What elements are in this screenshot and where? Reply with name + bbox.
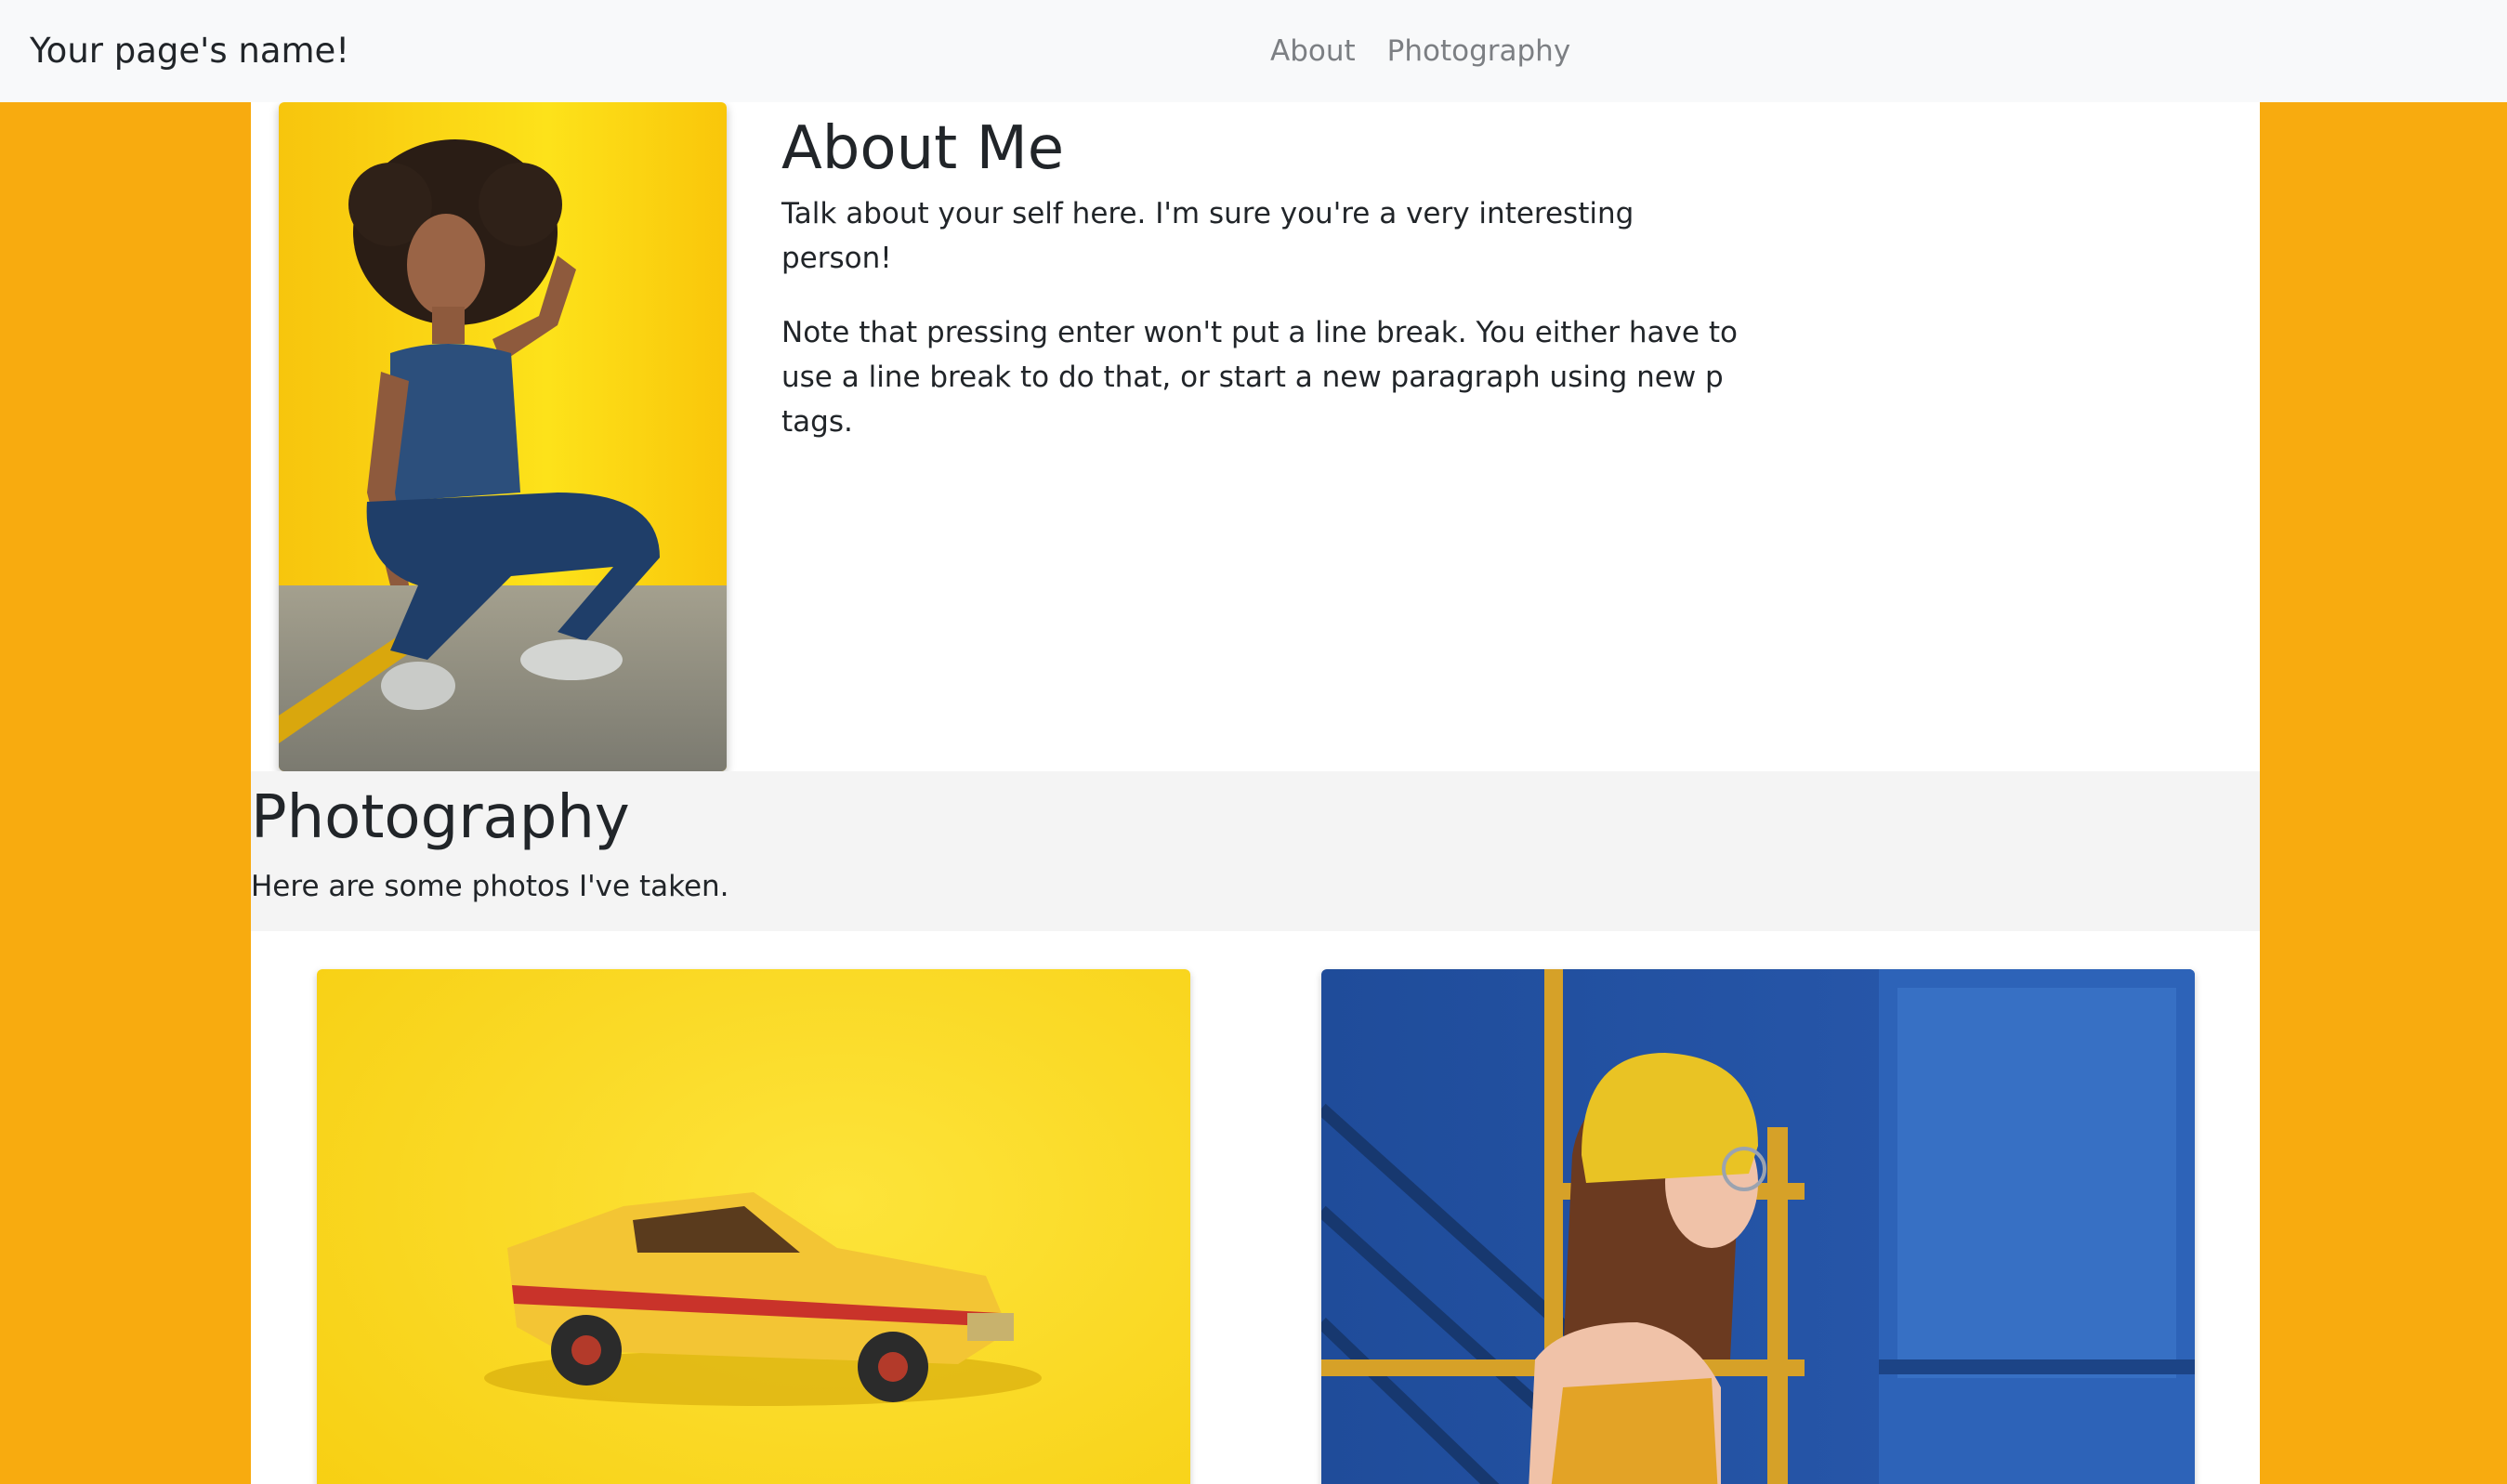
about-title: About Me [781, 114, 1065, 183]
nav-link-about[interactable]: About [1270, 26, 1356, 76]
about-text: Talk about your self here. I'm sure you'… [781, 191, 1739, 474]
photography-title: Photography [251, 783, 630, 852]
photography-subtitle: Here are some photos I've taken. [251, 870, 729, 903]
gallery-photo-toy-car [317, 969, 1190, 1484]
about-paragraph: Note that pressing enter won't put a lin… [781, 316, 1738, 439]
navbar-brand[interactable]: Your page's name! [30, 26, 349, 76]
nav-links: About Photography [1270, 26, 1570, 76]
main-container: About Me Talk about your self here. I'm … [251, 102, 2260, 1484]
gallery-photo-girl-beanie [1321, 969, 2195, 1484]
profile-photo [279, 102, 727, 771]
photography-header: Photography Here are some photos I've ta… [251, 771, 2260, 931]
nav-link-photography[interactable]: Photography [1387, 26, 1571, 76]
navbar: Your page's name! About Photography [0, 0, 2507, 102]
about-paragraph: Talk about your self here. I'm sure you'… [781, 197, 1634, 275]
